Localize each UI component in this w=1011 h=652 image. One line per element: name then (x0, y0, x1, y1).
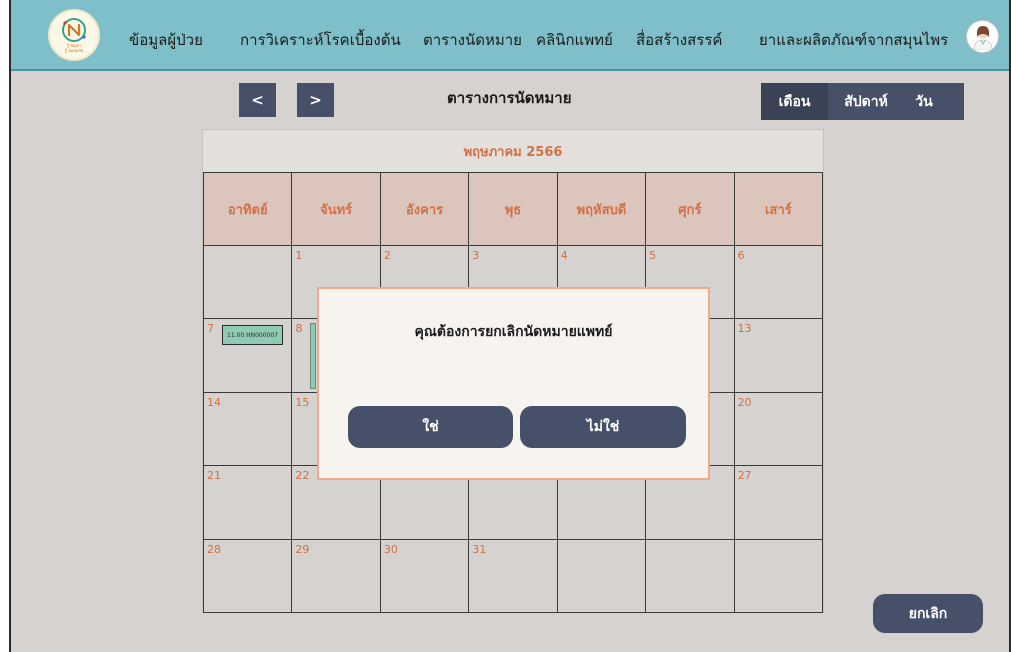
day-number: 28 (207, 542, 221, 556)
day-number: 27 (737, 469, 752, 483)
prev-month-button[interactable]: < (239, 83, 276, 117)
nav-item-appointments[interactable]: ตารางนัดหมาย (423, 28, 522, 52)
day-number: 4 (560, 249, 568, 262)
day-number: 29 (295, 542, 310, 556)
calendar-day-cell[interactable]: 14 (204, 392, 293, 467)
calendar-day-cell[interactable]: 27 (734, 466, 823, 540)
day-number: 14 (207, 395, 221, 409)
top-nav-bar: รู้ ปัญหา รู้ ปลอดภัย ข้อมูลผู้ป่วย การว… (11, 0, 1009, 71)
doctor-avatar-icon (973, 25, 992, 50)
appointment-chip-partial[interactable] (310, 323, 317, 390)
dialog-message: คุณต้องการยกเลิกนัดหมายแพทย์ (414, 324, 613, 340)
weekday-header: จันทร์ (292, 173, 381, 246)
day-number: 31 (472, 542, 487, 556)
logo-text-2: รู้ ปลอดภัย (64, 48, 84, 53)
calendar-day-cell[interactable] (646, 539, 735, 613)
view-toggle: เดือน สัปดาห์ วัน (761, 83, 964, 120)
day-number: 3 (472, 249, 480, 262)
day-number: 6 (737, 249, 745, 262)
calendar-day-cell[interactable] (734, 539, 823, 613)
day-number: 8 (295, 322, 303, 336)
day-number: 21 (207, 469, 221, 483)
day-number: 15 (295, 395, 310, 409)
day-number: 1 (295, 249, 303, 262)
nav-item-clinic[interactable]: คลินิกแพทย์ (536, 28, 613, 52)
page-title: ตารางการนัดหมาย (447, 89, 572, 107)
calendar-day-cell[interactable]: 6 (734, 246, 823, 320)
calendar-day-cell[interactable]: 13 (734, 319, 823, 393)
confirm-no-button[interactable]: ไม่ใช่ (520, 406, 686, 448)
confirm-yes-button[interactable]: ใช่ (348, 406, 513, 448)
weekday-header: อังคาร (380, 173, 470, 246)
calendar-month-label: พฤษภาคม 2566 (203, 130, 823, 172)
weekday-header: พฤหัสบดี (557, 173, 647, 246)
calendar-day-cell[interactable] (557, 539, 647, 613)
confirm-cancel-dialog: คุณต้องการยกเลิกนัดหมายแพทย์ ใช่ ไม่ใช่ (317, 287, 710, 480)
day-number: 13 (737, 322, 752, 336)
nav-item-patient-info[interactable]: ข้อมูลผู้ป่วย (129, 28, 203, 52)
calendar-day-cell[interactable]: 28 (204, 539, 293, 613)
weekday-header: ศุกร์ (646, 173, 735, 246)
weekday-header: อาทิตย์ (204, 173, 293, 246)
day-number: 5 (649, 249, 657, 262)
calendar-day-cell[interactable]: 7 11.00 HN000007 (204, 319, 293, 393)
calendar-day-cell[interactable]: 29 (292, 539, 381, 613)
view-week-tab[interactable]: สัปดาห์ (828, 83, 904, 120)
weekday-header: พุธ (469, 173, 558, 246)
calendar-day-cell[interactable]: 20 (734, 392, 823, 467)
cancel-button[interactable]: ยกเลิก (873, 594, 983, 633)
calendar-day-cell[interactable]: 30 (380, 539, 470, 613)
view-day-tab[interactable]: วัน (904, 83, 944, 120)
user-avatar[interactable] (966, 20, 999, 53)
calendar-day-cell[interactable]: 31 (469, 539, 558, 613)
appointment-chip[interactable]: 11.00 HN000007 (222, 325, 283, 346)
calendar-day-cell[interactable]: 21 (204, 466, 293, 540)
weekday-header: เสาร์ (734, 173, 823, 246)
logo-icon (62, 18, 86, 42)
day-number: 7 (207, 322, 214, 336)
nav-item-creative-media[interactable]: สื่อสร้างสรรค์ (636, 28, 722, 52)
calendar-day-cell[interactable] (204, 246, 293, 320)
next-month-button[interactable]: > (297, 83, 334, 117)
app-frame: รู้ ปัญหา รู้ ปลอดภัย ข้อมูลผู้ป่วย การว… (9, 0, 1011, 652)
day-number: 20 (737, 395, 752, 409)
nav-item-herbal-products[interactable]: ยาและผลิตภัณฑ์จากสมุนไพร (759, 28, 948, 52)
day-number: 22 (295, 469, 310, 483)
view-month-tab[interactable]: เดือน (761, 83, 828, 120)
day-number: 30 (383, 542, 398, 556)
nav-item-diagnosis[interactable]: การวิเคราะห์โรคเบื้องต้น (240, 28, 401, 52)
day-number: 2 (383, 249, 391, 262)
app-logo[interactable]: รู้ ปัญหา รู้ ปลอดภัย (48, 9, 100, 61)
